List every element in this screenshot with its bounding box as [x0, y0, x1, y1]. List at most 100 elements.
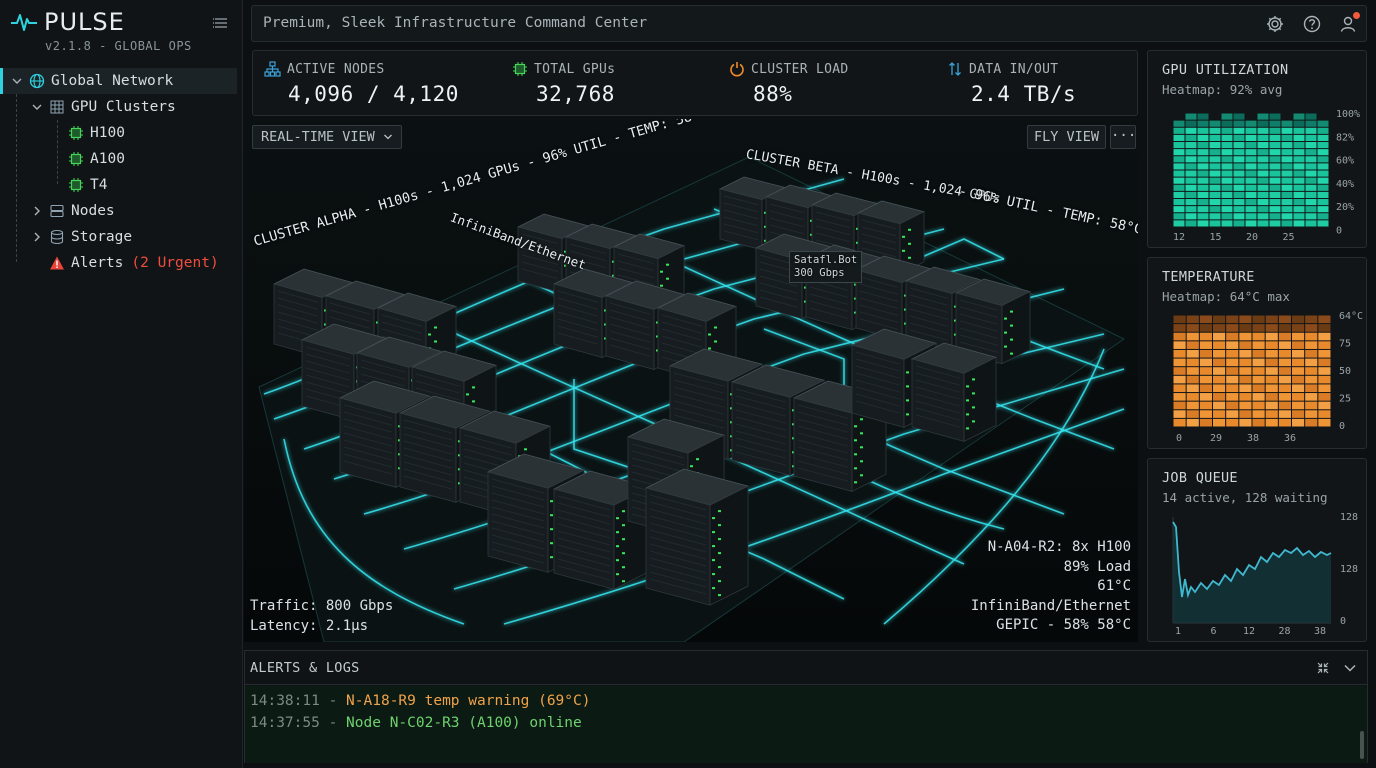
- user-menu[interactable]: [1338, 12, 1360, 34]
- temperature-heatmap[interactable]: 64°C 75 50 25 0 0 29 38 36: [1148, 258, 1368, 450]
- heatmap-cell: [1173, 358, 1186, 367]
- heatmap-cell: [1265, 375, 1278, 384]
- status-led: [1004, 345, 1007, 348]
- datacenter-3d-view[interactable]: CLUSTER ALPHA - H100s - 1,024 GPUs - 96%…: [244, 119, 1138, 642]
- nav-item-alerts[interactable]: Alerts (2 Urgent): [0, 250, 243, 276]
- heatmap-cell: [1265, 410, 1278, 418]
- y-tick-label: 75: [1339, 339, 1351, 350]
- heatmap-cell: [1199, 375, 1212, 384]
- heatmap-cell: [1292, 315, 1305, 324]
- heatmap-cell: [1221, 199, 1233, 206]
- chevron-right-icon[interactable]: [31, 231, 43, 243]
- help-icon[interactable]: [1302, 14, 1322, 34]
- heatmap-cell: [1265, 324, 1278, 332]
- heatmap-cell: [1292, 384, 1305, 393]
- heatmap-cell: [1209, 113, 1221, 120]
- heatmap-cell: [1278, 375, 1291, 384]
- heatmap-cell: [1269, 177, 1281, 184]
- stat-value: 32,768: [536, 82, 615, 106]
- heatmap-cell: [1233, 220, 1245, 227]
- y-tick-label: 82%: [1336, 132, 1354, 143]
- x-tick-label: 28: [1278, 626, 1290, 637]
- heatmap-cell: [1185, 170, 1197, 177]
- nav-item-storage[interactable]: Storage: [0, 224, 243, 250]
- heatmap-cell: [1233, 191, 1245, 198]
- job-queue-panel: 128 128 0 1 6 12 28 38 JOB QUEUE 14 active, 128…: [1147, 458, 1367, 642]
- log-entry[interactable]: 14:37:55 - Node N-C02-R3 (A100) online: [250, 715, 582, 731]
- heatmap-cell: [1252, 332, 1265, 341]
- status-led: [524, 448, 527, 451]
- x-tick-label: 6: [1210, 626, 1216, 637]
- nav-item-nodes[interactable]: Nodes: [0, 198, 243, 224]
- x-tick-label: 1: [1175, 626, 1181, 637]
- heatmap-cell: [1293, 177, 1305, 184]
- heatmap-cell: [1245, 127, 1257, 134]
- stat-data-in-out: DATA IN/OUT 2.4 TB/s: [947, 61, 1076, 106]
- heatmap-cell: [1226, 358, 1239, 367]
- view-mode-select[interactable]: REAL-TIME VIEW: [252, 125, 402, 149]
- chevron-down-icon[interactable]: [11, 75, 23, 87]
- heatmap-cell: [1199, 332, 1212, 341]
- more-options-button[interactable]: ···: [1110, 125, 1136, 149]
- status-led: [616, 517, 619, 520]
- heatmap-cell: [1173, 120, 1185, 127]
- heatmap-cell: [1197, 177, 1209, 184]
- heatmap-cell: [1221, 213, 1233, 220]
- heatmap-cell: [1281, 156, 1293, 163]
- heatmap-cell: [1173, 206, 1185, 213]
- chevron-down-icon[interactable]: [1343, 661, 1357, 675]
- nav-item-label: Storage: [71, 229, 133, 245]
- nav-item-gpu-clusters[interactable]: GPU Clusters: [0, 94, 243, 120]
- menu-lines-icon[interactable]: [212, 14, 230, 32]
- heatmap-cell: [1173, 315, 1186, 324]
- heatmap-cell: [1239, 349, 1252, 358]
- heatmap-cell: [1269, 120, 1281, 127]
- heatmap-cell: [1173, 170, 1185, 177]
- heatmap-cell: [1293, 149, 1305, 156]
- nav-item-h100[interactable]: H100: [0, 120, 243, 146]
- chevron-right-icon[interactable]: [31, 205, 43, 217]
- status-led: [854, 425, 857, 428]
- collapse-arrows-icon[interactable]: [1316, 661, 1330, 675]
- gear-icon[interactable]: [1265, 14, 1285, 34]
- view-mode-label: REAL-TIME VIEW: [261, 129, 375, 145]
- top-bar: Premium, Sleek Infrastructure Command Ce…: [251, 5, 1367, 42]
- heatmap-cell: [1173, 134, 1185, 141]
- heatmap-cell: [1252, 375, 1265, 384]
- stat-label: DATA IN/OUT: [969, 61, 1059, 77]
- nav-item-global-network[interactable]: Global Network: [0, 68, 237, 94]
- grid-icon: [50, 100, 64, 114]
- heatmap-cell: [1257, 142, 1269, 149]
- heatmap-cell: [1305, 341, 1318, 349]
- heatmap-cell: [1209, 120, 1221, 127]
- heatmap-cell: [1252, 324, 1265, 332]
- status-led: [972, 378, 975, 381]
- traffic-readout: Traffic: 800 Gbps: [250, 598, 394, 614]
- status-led: [712, 573, 715, 576]
- heatmap-cell: [1257, 213, 1269, 220]
- x-tick-label: 20: [1246, 232, 1258, 243]
- heatmap-cell: [1186, 393, 1199, 401]
- nav-item-t4[interactable]: T4: [0, 172, 243, 198]
- fly-view-button[interactable]: FLY VIEW: [1027, 125, 1107, 149]
- heatmap-cell: [1185, 177, 1197, 184]
- latency-readout: Latency: 2.1μs: [250, 618, 369, 634]
- rack-tag[interactable]: Satafl.Bot 300 Gbps: [789, 251, 863, 283]
- log-entry[interactable]: 14:38:11 - N-A18-R9 temp warning (69°C): [250, 693, 590, 709]
- heatmap-cell: [1221, 120, 1233, 127]
- heatmap-cell: [1269, 170, 1281, 177]
- gpu-heatmap[interactable]: 100% 82% 60% 40% 20% 0 12 15 20 25: [1148, 51, 1368, 249]
- heatmap-cell: [1186, 315, 1199, 324]
- y-tick-label: 0: [1339, 421, 1345, 432]
- chevron-down-icon[interactable]: [31, 101, 43, 113]
- log-scrollbar[interactable]: [1360, 731, 1364, 759]
- status-led: [972, 392, 975, 395]
- heatmap-cell: [1173, 127, 1185, 134]
- status-led: [622, 552, 625, 555]
- heatmap-cell: [1281, 220, 1293, 227]
- job-queue-chart[interactable]: 128 128 0 1 6 12 28 38: [1148, 459, 1368, 643]
- nav-item-a100[interactable]: A100: [0, 146, 243, 172]
- status-led: [550, 514, 553, 517]
- heatmap-cell: [1305, 142, 1317, 149]
- heatmap-cell: [1213, 358, 1226, 367]
